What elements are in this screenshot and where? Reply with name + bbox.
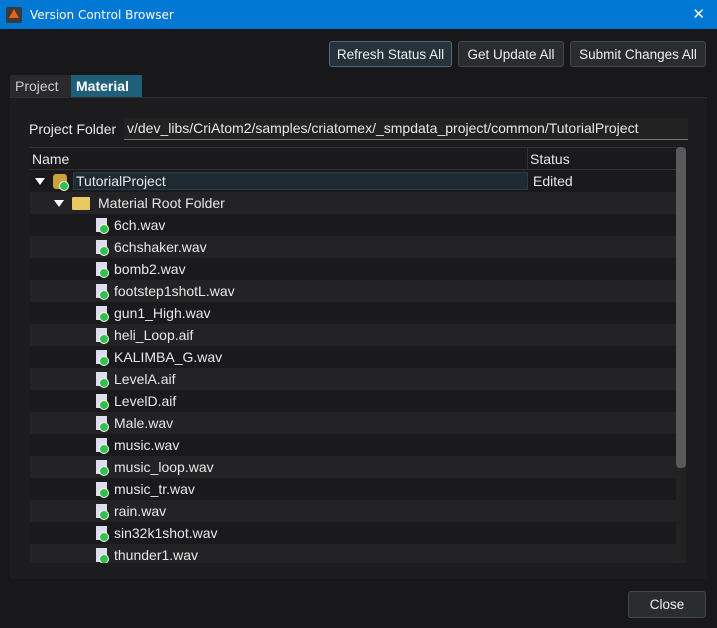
audio-file-icon (96, 372, 109, 388)
file-name: footstep1shotL.wav (114, 283, 235, 299)
audio-file-icon (96, 218, 109, 234)
project-folder-field[interactable]: v/dev_libs/CriAtom2/samples/criatomex/_s… (124, 118, 688, 140)
audio-file-icon (96, 394, 109, 410)
tab-material[interactable]: Material (71, 75, 142, 97)
tab-project[interactable]: Project (10, 75, 71, 97)
folder-icon (72, 196, 90, 210)
close-button[interactable]: Close (628, 591, 706, 618)
scrollbar-thumb[interactable] (676, 147, 686, 468)
project-icon (53, 173, 69, 191)
audio-file-icon (96, 262, 109, 278)
tree-row-file[interactable]: Male.wav (30, 412, 676, 434)
file-tree: Name Status TutorialProject Edited Mater… (30, 147, 686, 563)
tree-row-file[interactable]: music_tr.wav (30, 478, 676, 500)
column-header-status[interactable]: Status (528, 148, 572, 169)
audio-file-icon (96, 460, 109, 476)
window-title: Version Control Browser (30, 7, 174, 22)
refresh-status-all-button[interactable]: Refresh Status All (329, 41, 452, 67)
folder-name: Material Root Folder (98, 195, 225, 211)
expand-arrow-icon[interactable] (35, 177, 45, 185)
file-name: rain.wav (114, 503, 167, 519)
file-name: thunder1.wav (114, 547, 199, 563)
app-logo-icon (6, 6, 22, 23)
audio-file-icon (96, 482, 109, 498)
tree-row-file[interactable]: bomb2.wav (30, 258, 676, 280)
tree-row-file[interactable]: LevelA.aif (30, 368, 676, 390)
file-name: sin32k1shot.wav (114, 525, 218, 541)
file-name: Male.wav (114, 415, 174, 431)
file-name: music_loop.wav (114, 459, 214, 475)
file-name: LevelD.aif (114, 393, 177, 409)
audio-file-icon (96, 350, 109, 366)
submit-changes-all-button[interactable]: Submit Changes All (570, 41, 706, 67)
get-update-all-button[interactable]: Get Update All (458, 41, 564, 67)
file-name: bomb2.wav (114, 261, 186, 277)
audio-file-icon (96, 416, 109, 432)
audio-file-icon (96, 438, 109, 454)
tree-row-file[interactable]: LevelD.aif (30, 390, 676, 412)
column-header-name[interactable]: Name (30, 148, 528, 169)
tree-header: Name Status (30, 147, 686, 170)
file-name: gun1_High.wav (114, 305, 211, 321)
project-name: TutorialProject (73, 172, 528, 190)
audio-file-icon (96, 548, 109, 563)
file-name: heli_Loop.aif (114, 327, 194, 343)
file-name: KALIMBA_G.wav (114, 349, 223, 365)
audio-file-icon (96, 240, 109, 256)
project-status: Edited (533, 173, 573, 189)
tree-row-file[interactable]: rain.wav (30, 500, 676, 522)
tree-row-file[interactable]: KALIMBA_G.wav (30, 346, 676, 368)
project-folder-label: Project Folder (29, 121, 117, 137)
file-name: 6chshaker.wav (114, 239, 207, 255)
tree-row-file[interactable]: 6chshaker.wav (30, 236, 676, 258)
file-name: 6ch.wav (114, 217, 166, 233)
audio-file-icon (96, 526, 109, 542)
title-bar: Version Control Browser ✕ (0, 0, 717, 29)
file-name: music.wav (114, 437, 180, 453)
tree-row-file[interactable]: sin32k1shot.wav (30, 522, 676, 544)
tree-row-file[interactable]: heli_Loop.aif (30, 324, 676, 346)
audio-file-icon (96, 504, 109, 520)
close-window-icon[interactable]: ✕ (692, 5, 705, 23)
tree-row-file[interactable]: music.wav (30, 434, 676, 456)
vertical-scrollbar[interactable] (676, 147, 686, 563)
file-name: LevelA.aif (114, 371, 176, 387)
audio-file-icon (96, 328, 109, 344)
tree-row-file[interactable]: 6ch.wav (30, 214, 676, 236)
tree-row-project[interactable]: TutorialProject Edited (30, 170, 676, 192)
file-name: music_tr.wav (114, 481, 195, 497)
tree-row-file[interactable]: footstep1shotL.wav (30, 280, 676, 302)
audio-file-icon (96, 284, 109, 300)
tree-row-file[interactable]: gun1_High.wav (30, 302, 676, 324)
audio-file-icon (96, 306, 109, 322)
tree-row-file[interactable]: music_loop.wav (30, 456, 676, 478)
expand-arrow-icon[interactable] (54, 199, 64, 207)
tree-row-folder[interactable]: Material Root Folder (30, 192, 676, 214)
tree-row-file[interactable]: thunder1.wav (30, 544, 676, 563)
